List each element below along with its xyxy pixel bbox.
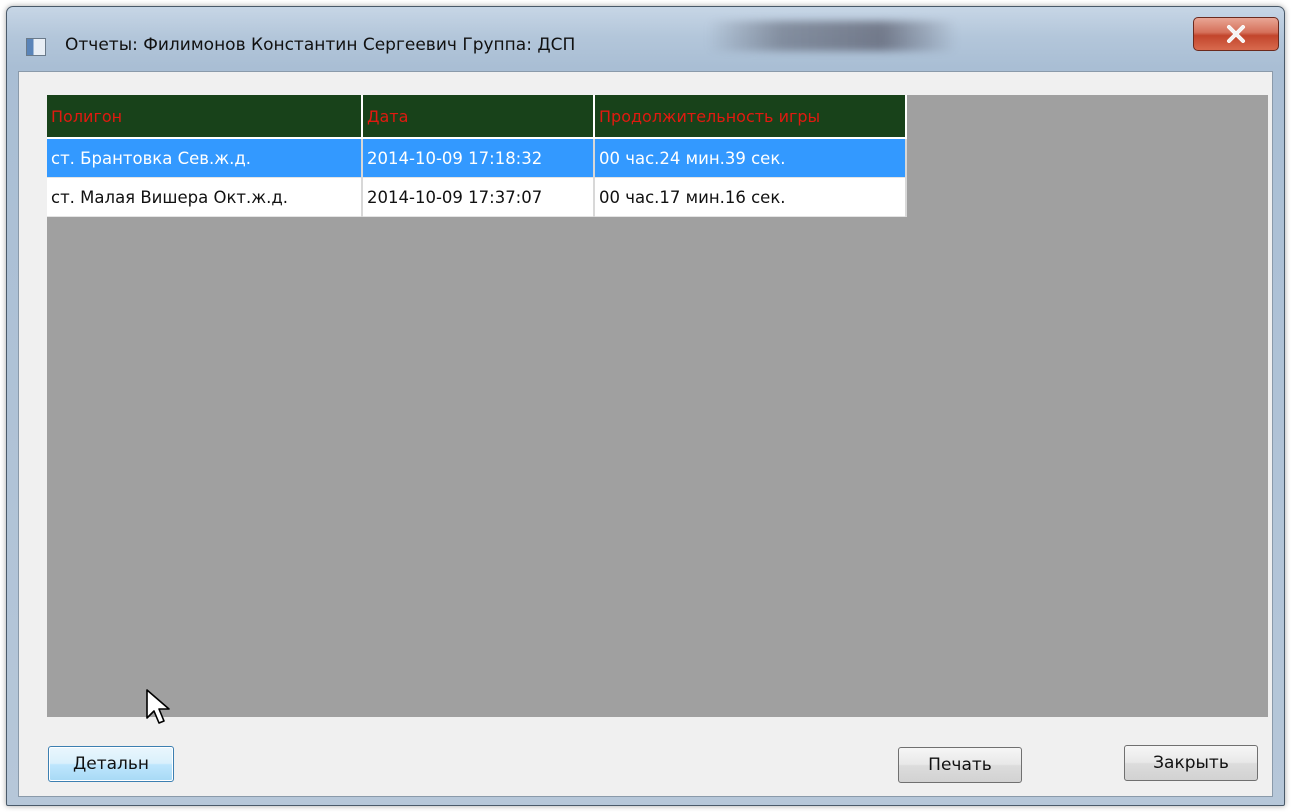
cell-date[interactable]: 2014-10-09 17:37:07 (362, 177, 595, 217)
column-header-polygon[interactable]: Полигон (47, 95, 363, 139)
reports-grid[interactable]: Полигон Дата Продолжительность игры ст. … (47, 95, 1268, 717)
print-button[interactable]: Печать (898, 747, 1022, 783)
app-icon (26, 38, 46, 56)
window-client-area: Полигон Дата Продолжительность игры ст. … (18, 71, 1273, 797)
column-header-duration[interactable]: Продолжительность игры (594, 95, 907, 139)
close-x-icon (1227, 25, 1245, 43)
table-row[interactable]: ст. Брантовка Сев.ж.д. 2014-10-09 17:18:… (47, 138, 907, 178)
column-header-date[interactable]: Дата (362, 95, 595, 139)
table-row[interactable]: ст. Малая Вишера Окт.ж.д. 2014-10-09 17:… (47, 177, 907, 217)
cell-date[interactable]: 2014-10-09 17:18:32 (362, 138, 595, 178)
details-button[interactable]: Детальн (48, 746, 174, 782)
window-title: Отчеты: Филимонов Константин Сергеевич Г… (65, 35, 576, 55)
header-row: Полигон Дата Продолжительность игры (47, 95, 907, 139)
window-close-button[interactable] (1193, 17, 1279, 51)
cell-duration[interactable]: 00 час.24 мин.39 сек. (594, 138, 907, 178)
blurred-background-artifact (707, 21, 957, 51)
cell-polygon[interactable]: ст. Брантовка Сев.ж.д. (47, 138, 363, 178)
title-bar[interactable]: Отчеты: Филимонов Константин Сергеевич Г… (7, 7, 1284, 71)
reports-window: Отчеты: Филимонов Константин Сергеевич Г… (6, 6, 1285, 806)
close-button[interactable]: Закрыть (1124, 745, 1258, 781)
desktop: Отчеты: Филимонов Константин Сергеевич Г… (0, 0, 1291, 812)
cell-duration[interactable]: 00 час.17 мин.16 сек. (594, 177, 907, 217)
cell-polygon[interactable]: ст. Малая Вишера Окт.ж.д. (47, 177, 363, 217)
reports-table: Полигон Дата Продолжительность игры ст. … (47, 95, 907, 217)
